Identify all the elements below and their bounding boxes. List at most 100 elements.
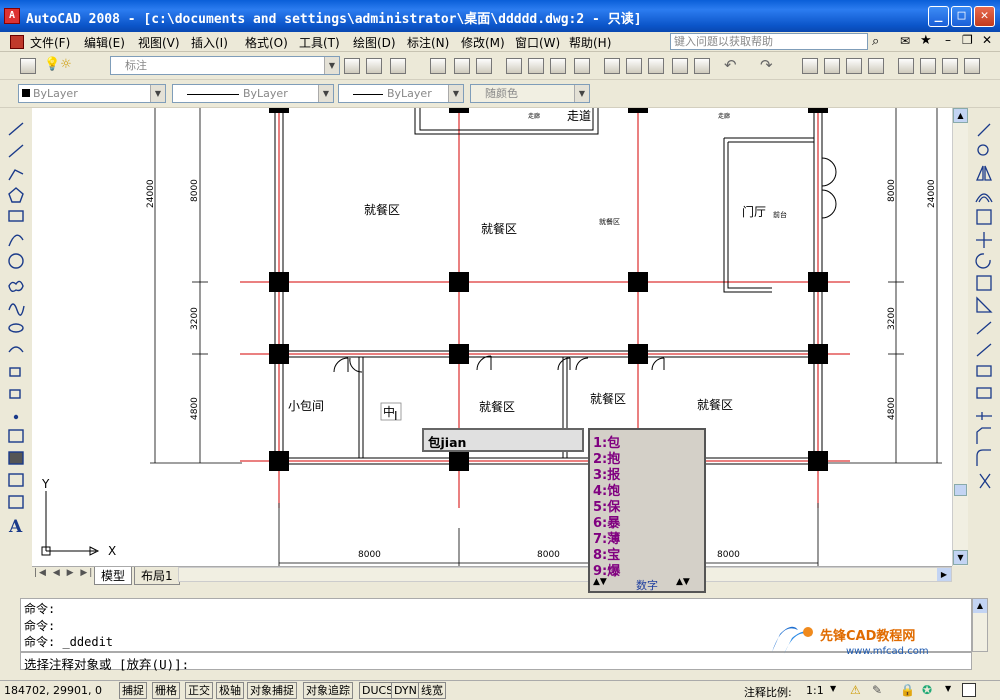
stretch-icon[interactable] <box>976 296 993 313</box>
room-label[interactable]: 就餐区 <box>697 397 733 412</box>
polar-toggle[interactable]: 极轴 <box>216 682 244 699</box>
menu-file[interactable]: 文件(F) <box>30 34 70 51</box>
menu-tools[interactable]: 工具(T) <box>299 34 340 51</box>
open-file-icon[interactable] <box>454 58 470 74</box>
plotstyle-dropdown[interactable]: 随颜色 ▼ <box>470 84 590 103</box>
table-icon[interactable] <box>8 495 24 509</box>
annotation-scale-dropdown[interactable]: 1:1 <box>806 684 824 697</box>
room-label[interactable]: 就餐区 <box>481 221 517 236</box>
menu-dimension[interactable]: 标注(N) <box>407 34 449 51</box>
autoscale-icon[interactable]: ✎ <box>872 683 882 697</box>
break-icon[interactable] <box>976 387 992 399</box>
otrack-toggle[interactable]: 对象追踪 <box>303 682 353 699</box>
chevron-down-icon[interactable]: ▼ <box>945 684 951 693</box>
pan-icon[interactable] <box>802 58 818 74</box>
sheet-set-icon[interactable] <box>964 58 980 74</box>
move-icon[interactable] <box>976 232 992 248</box>
plot-preview-icon[interactable] <box>528 58 544 74</box>
room-label[interactable]: 门厅 <box>742 204 766 219</box>
ime-composition-window[interactable]: 包jian <box>422 428 584 452</box>
coordinate-readout[interactable]: 184702, 29901, 0 <box>4 684 102 697</box>
plot-icon[interactable] <box>506 58 522 74</box>
extend-icon[interactable] <box>976 343 992 357</box>
lineweight-toggle[interactable]: 线宽 <box>418 682 446 699</box>
room-label[interactable]: 走廊 <box>528 112 540 120</box>
array-icon[interactable] <box>976 209 992 225</box>
make-current-icon[interactable] <box>366 58 382 74</box>
zoom-window-icon[interactable] <box>846 58 862 74</box>
search-icon[interactable]: ⌕ <box>872 34 879 49</box>
scroll-thumb[interactable] <box>954 484 967 496</box>
chamfer-icon[interactable] <box>976 427 991 444</box>
menu-format[interactable]: 格式(O) <box>245 34 288 51</box>
lineweight-dropdown[interactable]: ByLayer ▼ <box>338 84 464 103</box>
ellipse-icon[interactable] <box>8 323 24 333</box>
drawing-canvas[interactable]: 24000 8000 3200 4800 8000 24000 3200 480… <box>32 108 952 566</box>
arc-icon[interactable] <box>8 234 24 247</box>
tray-settings-icon[interactable]: ✪ <box>922 683 932 697</box>
layer-states-icon[interactable] <box>390 58 406 74</box>
new-file-icon[interactable] <box>430 58 446 74</box>
snap-toggle[interactable]: 捕捉 <box>119 682 147 699</box>
minimize-button[interactable]: _ <box>928 6 949 27</box>
maximize-button[interactable]: □ <box>951 6 972 27</box>
block-editor-icon[interactable] <box>694 58 710 74</box>
menu-edit[interactable]: 编辑(E) <box>84 34 125 51</box>
clean-screen-icon[interactable] <box>962 683 976 697</box>
chevron-down-icon[interactable]: ▼ <box>324 57 339 74</box>
ime-scroll-buttons[interactable]: ▲▼ <box>676 577 690 587</box>
layer-manager-icon[interactable] <box>20 58 36 74</box>
menu-modify[interactable]: 修改(M) <box>461 34 505 51</box>
linetype-dropdown[interactable]: ByLayer ▼ <box>172 84 334 103</box>
paste-icon[interactable] <box>648 58 664 74</box>
insert-block-icon[interactable] <box>9 367 21 377</box>
room-label[interactable]: 走廊 <box>718 112 730 120</box>
menu-view[interactable]: 视图(V) <box>138 34 180 51</box>
redo-icon[interactable]: ↷ <box>760 56 773 74</box>
chevron-down-icon[interactable]: ▼ <box>830 684 836 693</box>
circle-icon[interactable] <box>8 253 24 269</box>
spline-icon[interactable] <box>8 303 25 316</box>
explode-icon[interactable] <box>979 473 991 489</box>
scroll-down-button[interactable]: ▼ <box>953 550 968 565</box>
point-icon[interactable] <box>13 414 19 420</box>
scroll-up-button[interactable]: ▲ <box>953 108 968 123</box>
rectangle-icon[interactable] <box>8 210 24 222</box>
properties-icon[interactable] <box>898 58 914 74</box>
make-block-icon[interactable] <box>9 389 21 399</box>
undo-icon[interactable]: ↶ <box>724 56 737 74</box>
dyn-toggle[interactable]: DYN <box>391 682 420 699</box>
polyline-icon[interactable] <box>8 169 24 181</box>
communication-icon[interactable]: ✉ <box>900 34 910 48</box>
revcloud-icon[interactable] <box>8 280 24 293</box>
chevron-down-icon[interactable]: ▼ <box>150 85 165 102</box>
menu-draw[interactable]: 绘图(D) <box>353 34 396 51</box>
layer-state-icons[interactable]: 💡☼ <box>44 57 72 72</box>
scroll-right-button[interactable]: ▶ <box>937 568 951 581</box>
menu-window[interactable]: 窗口(W) <box>515 34 560 51</box>
ortho-toggle[interactable]: 正交 <box>185 682 213 699</box>
break-at-point-icon[interactable] <box>976 365 992 377</box>
room-label[interactable]: 就餐区 <box>479 399 515 414</box>
zoom-realtime-icon[interactable] <box>824 58 840 74</box>
design-center-icon[interactable] <box>920 58 936 74</box>
room-label[interactable]: 走道 <box>567 109 591 123</box>
copy-object-icon[interactable] <box>977 144 989 156</box>
scale-icon[interactable] <box>976 275 992 291</box>
doc-minimize-button[interactable]: – <box>945 33 951 47</box>
layer-dropdown[interactable]: 标注 ▼ <box>110 56 340 75</box>
mtext-icon[interactable]: A <box>8 517 23 537</box>
zoom-previous-icon[interactable] <box>868 58 884 74</box>
osnap-toggle[interactable]: 对象捕捉 <box>247 682 297 699</box>
ellipse-arc-icon[interactable] <box>8 346 24 353</box>
scroll-up-button[interactable]: ▲ <box>973 599 987 613</box>
3d-dwf-icon[interactable] <box>574 58 590 74</box>
tab-model[interactable]: 模型 <box>94 567 133 585</box>
line-icon[interactable] <box>8 122 24 136</box>
region-icon[interactable] <box>8 473 24 487</box>
gradient-icon[interactable] <box>8 451 24 465</box>
toolbar-lock-icon[interactable]: 🔒 <box>900 683 915 697</box>
polygon-icon[interactable] <box>8 187 24 203</box>
color-dropdown[interactable]: ByLayer ▼ <box>18 84 166 103</box>
hatch-icon[interactable] <box>8 429 24 443</box>
